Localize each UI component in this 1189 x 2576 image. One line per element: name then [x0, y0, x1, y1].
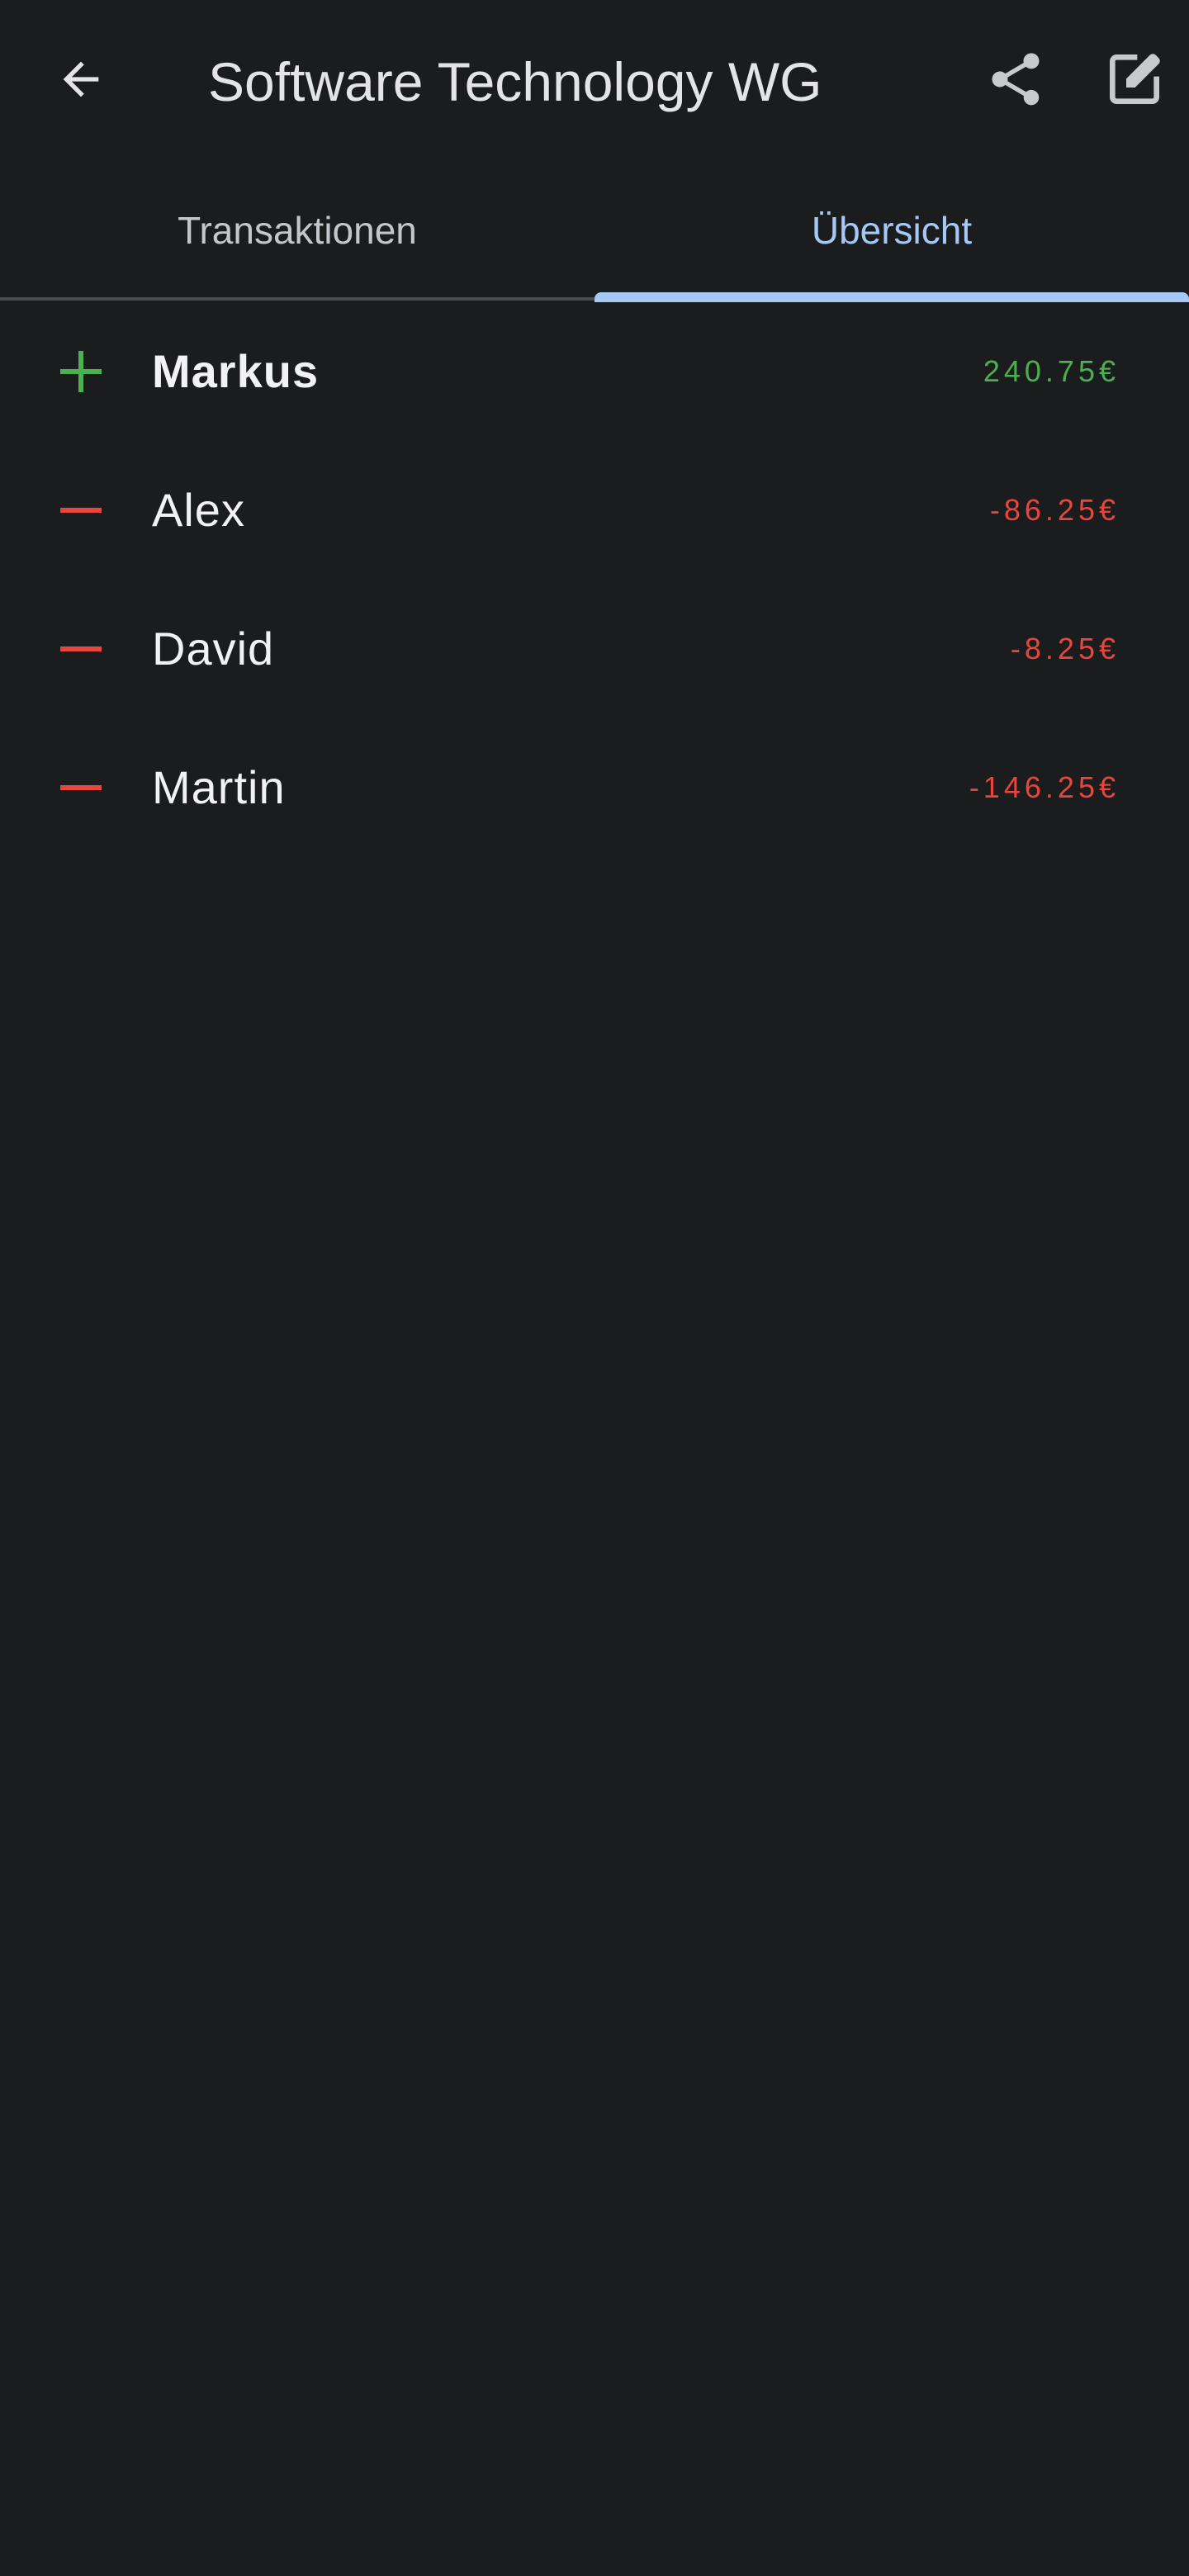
share-button[interactable]: [974, 36, 1057, 122]
balance-row-david[interactable]: David -8.25€: [0, 580, 1189, 718]
top-app-bar: Software Technology WG: [0, 0, 1189, 162]
member-balance: -86.25€: [989, 493, 1120, 527]
minus-icon: [60, 785, 102, 790]
member-balance: 240.75€: [983, 354, 1120, 388]
edit-note-icon: [1110, 54, 1160, 104]
balance-row-martin[interactable]: Martin -146.25€: [0, 718, 1189, 857]
member-balance: -146.25€: [969, 770, 1120, 804]
member-balance: -8.25€: [1010, 632, 1120, 665]
member-name: Alex: [152, 484, 245, 536]
tab-bar: Transaktionen Übersicht: [0, 162, 1189, 302]
minus-icon: [60, 646, 102, 651]
share-icon: [992, 53, 1040, 106]
tab-overview[interactable]: Übersicht: [594, 162, 1189, 299]
balance-list: Markus 240.75€ Alex -86.25€ David -8.25€…: [0, 302, 1189, 857]
member-name: David: [152, 623, 275, 675]
edit-button[interactable]: [1092, 36, 1177, 122]
member-name: Markus: [152, 345, 320, 397]
balance-row-markus[interactable]: Markus 240.75€: [0, 302, 1189, 441]
minus-icon: [60, 508, 102, 513]
tab-transactions[interactable]: Transaktionen: [0, 162, 594, 299]
tab-active-indicator: [594, 292, 1189, 302]
member-name: Martin: [152, 761, 286, 813]
back-button[interactable]: [41, 36, 121, 122]
plus-icon: [60, 351, 102, 392]
balance-row-alex[interactable]: Alex -86.25€: [0, 441, 1189, 580]
arrow-left-icon: [63, 61, 99, 97]
page-title: Software Technology WG: [208, 51, 822, 112]
